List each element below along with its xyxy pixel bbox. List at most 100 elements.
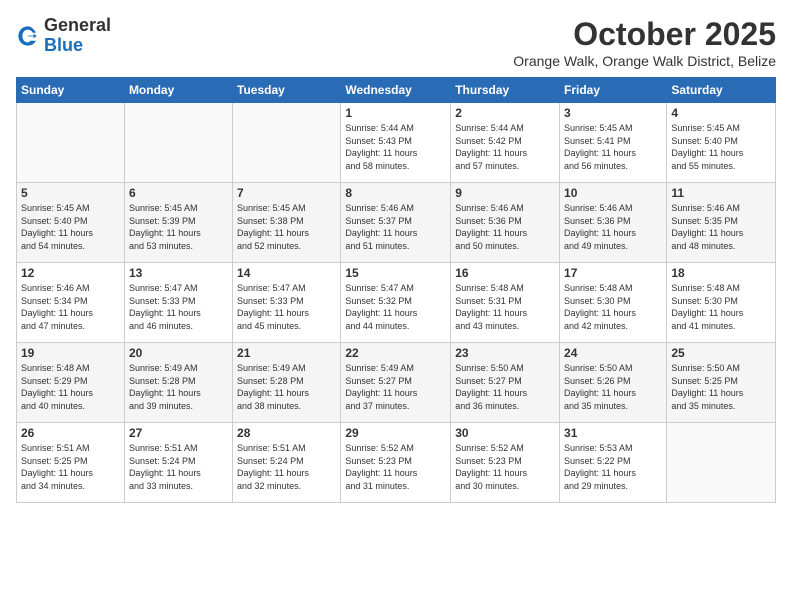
day-info: Sunrise: 5:46 AM Sunset: 5:35 PM Dayligh… <box>671 202 771 252</box>
day-number: 1 <box>345 106 446 120</box>
calendar-table: SundayMondayTuesdayWednesdayThursdayFrid… <box>16 77 776 503</box>
calendar-cell: 7 Sunrise: 5:45 AM Sunset: 5:38 PM Daylig… <box>233 183 341 263</box>
day-info: Sunrise: 5:48 AM Sunset: 5:30 PM Dayligh… <box>564 282 662 332</box>
calendar-cell: 3Sunrise: 5:45 AM Sunset: 5:41 PM Daylig… <box>560 103 667 183</box>
day-number: 29 <box>345 426 446 440</box>
day-info: Sunrise: 5:46 AM Sunset: 5:37 PM Dayligh… <box>345 202 446 252</box>
day-info: Sunrise: 5:46 AM Sunset: 5:34 PM Dayligh… <box>21 282 120 332</box>
weekday-header-row: SundayMondayTuesdayWednesdayThursdayFrid… <box>17 78 776 103</box>
logo: General Blue <box>16 16 111 56</box>
calendar-cell: 10 Sunrise: 5:46 AM Sunset: 5:36 PM Dayli… <box>560 183 667 263</box>
calendar-cell: 30 Sunrise: 5:52 AM Sunset: 5:23 PM Dayli… <box>451 423 560 503</box>
calendar-cell: 28 Sunrise: 5:51 AM Sunset: 5:24 PM Dayli… <box>233 423 341 503</box>
day-number: 22 <box>345 346 446 360</box>
day-number: 12 <box>21 266 120 280</box>
calendar-cell: 9Sunrise: 5:46 AM Sunset: 5:36 PM Daylig… <box>451 183 560 263</box>
day-number: 30 <box>455 426 555 440</box>
day-info: Sunrise: 5:46 AM Sunset: 5:36 PM Dayligh… <box>564 202 662 252</box>
calendar-cell: 18 Sunrise: 5:48 AM Sunset: 5:30 PM Dayli… <box>667 263 776 343</box>
day-info: Sunrise: 5:52 AM Sunset: 5:23 PM Dayligh… <box>455 442 555 492</box>
calendar-cell: 5Sunrise: 5:45 AM Sunset: 5:40 PM Daylig… <box>17 183 125 263</box>
day-number: 7 <box>237 186 336 200</box>
day-info: Sunrise: 5:49 AM Sunset: 5:28 PM Dayligh… <box>237 362 336 412</box>
day-number: 11 <box>671 186 771 200</box>
calendar-cell <box>124 103 232 183</box>
calendar-cell: 8 Sunrise: 5:46 AM Sunset: 5:37 PM Daylig… <box>341 183 451 263</box>
logo-general: General <box>44 15 111 35</box>
calendar-week-4: 19Sunrise: 5:48 AM Sunset: 5:29 PM Dayli… <box>17 343 776 423</box>
day-number: 27 <box>129 426 228 440</box>
title-block: October 2025 Orange Walk, Orange Walk Di… <box>513 16 776 69</box>
day-number: 20 <box>129 346 228 360</box>
day-number: 21 <box>237 346 336 360</box>
day-info: Sunrise: 5:45 AM Sunset: 5:41 PM Dayligh… <box>564 122 662 172</box>
day-number: 16 <box>455 266 555 280</box>
day-number: 24 <box>564 346 662 360</box>
day-number: 6 <box>129 186 228 200</box>
logo-icon <box>16 24 40 48</box>
day-info: Sunrise: 5:48 AM Sunset: 5:30 PM Dayligh… <box>671 282 771 332</box>
calendar-week-5: 26 Sunrise: 5:51 AM Sunset: 5:25 PM Dayli… <box>17 423 776 503</box>
day-number: 8 <box>345 186 446 200</box>
day-number: 25 <box>671 346 771 360</box>
calendar-cell: 22 Sunrise: 5:49 AM Sunset: 5:27 PM Dayli… <box>341 343 451 423</box>
day-info: Sunrise: 5:51 AM Sunset: 5:24 PM Dayligh… <box>129 442 228 492</box>
day-number: 15 <box>345 266 446 280</box>
calendar-cell: 16 Sunrise: 5:48 AM Sunset: 5:31 PM Dayli… <box>451 263 560 343</box>
calendar-cell: 20 Sunrise: 5:49 AM Sunset: 5:28 PM Dayli… <box>124 343 232 423</box>
day-number: 31 <box>564 426 662 440</box>
day-number: 23 <box>455 346 555 360</box>
day-info: Sunrise: 5:44 AM Sunset: 5:42 PM Dayligh… <box>455 122 555 172</box>
day-number: 28 <box>237 426 336 440</box>
weekday-header-sunday: Sunday <box>17 78 125 103</box>
month-title: October 2025 <box>513 16 776 53</box>
calendar-cell <box>233 103 341 183</box>
calendar-cell: 17 Sunrise: 5:48 AM Sunset: 5:30 PM Dayli… <box>560 263 667 343</box>
day-info: Sunrise: 5:49 AM Sunset: 5:28 PM Dayligh… <box>129 362 228 412</box>
calendar-cell: 6 Sunrise: 5:45 AM Sunset: 5:39 PM Daylig… <box>124 183 232 263</box>
calendar-cell: 21 Sunrise: 5:49 AM Sunset: 5:28 PM Dayli… <box>233 343 341 423</box>
day-info: Sunrise: 5:45 AM Sunset: 5:40 PM Dayligh… <box>671 122 771 172</box>
page: General Blue October 2025 Orange Walk, O… <box>0 0 792 612</box>
calendar-cell: 14Sunrise: 5:47 AM Sunset: 5:33 PM Dayli… <box>233 263 341 343</box>
weekday-header-thursday: Thursday <box>451 78 560 103</box>
day-number: 4 <box>671 106 771 120</box>
day-info: Sunrise: 5:51 AM Sunset: 5:24 PM Dayligh… <box>237 442 336 492</box>
calendar-week-3: 12 Sunrise: 5:46 AM Sunset: 5:34 PM Dayli… <box>17 263 776 343</box>
calendar-cell: 11 Sunrise: 5:46 AM Sunset: 5:35 PM Dayli… <box>667 183 776 263</box>
day-info: Sunrise: 5:46 AM Sunset: 5:36 PM Dayligh… <box>455 202 555 252</box>
day-number: 18 <box>671 266 771 280</box>
day-info: Sunrise: 5:45 AM Sunset: 5:39 PM Dayligh… <box>129 202 228 252</box>
location-title: Orange Walk, Orange Walk District, Beliz… <box>513 53 776 69</box>
day-info: Sunrise: 5:50 AM Sunset: 5:25 PM Dayligh… <box>671 362 771 412</box>
day-info: Sunrise: 5:51 AM Sunset: 5:25 PM Dayligh… <box>21 442 120 492</box>
calendar-cell: 31Sunrise: 5:53 AM Sunset: 5:22 PM Dayli… <box>560 423 667 503</box>
logo-text-block: General Blue <box>44 16 111 56</box>
day-info: Sunrise: 5:50 AM Sunset: 5:27 PM Dayligh… <box>455 362 555 412</box>
day-number: 2 <box>455 106 555 120</box>
calendar-week-1: 1Sunrise: 5:44 AM Sunset: 5:43 PM Daylig… <box>17 103 776 183</box>
calendar-cell: 29 Sunrise: 5:52 AM Sunset: 5:23 PM Dayli… <box>341 423 451 503</box>
calendar-cell: 2 Sunrise: 5:44 AM Sunset: 5:42 PM Daylig… <box>451 103 560 183</box>
day-info: Sunrise: 5:47 AM Sunset: 5:33 PM Dayligh… <box>129 282 228 332</box>
calendar-cell: 13 Sunrise: 5:47 AM Sunset: 5:33 PM Dayli… <box>124 263 232 343</box>
logo-text: General Blue <box>44 16 111 56</box>
day-info: Sunrise: 5:52 AM Sunset: 5:23 PM Dayligh… <box>345 442 446 492</box>
day-number: 19 <box>21 346 120 360</box>
day-number: 26 <box>21 426 120 440</box>
day-info: Sunrise: 5:48 AM Sunset: 5:31 PM Dayligh… <box>455 282 555 332</box>
day-number: 10 <box>564 186 662 200</box>
calendar-cell <box>17 103 125 183</box>
day-info: Sunrise: 5:49 AM Sunset: 5:27 PM Dayligh… <box>345 362 446 412</box>
day-number: 17 <box>564 266 662 280</box>
day-number: 13 <box>129 266 228 280</box>
logo-blue: Blue <box>44 35 83 55</box>
calendar-cell: 23 Sunrise: 5:50 AM Sunset: 5:27 PM Dayli… <box>451 343 560 423</box>
calendar-cell: 1Sunrise: 5:44 AM Sunset: 5:43 PM Daylig… <box>341 103 451 183</box>
calendar-cell: 12 Sunrise: 5:46 AM Sunset: 5:34 PM Dayli… <box>17 263 125 343</box>
day-info: Sunrise: 5:45 AM Sunset: 5:38 PM Dayligh… <box>237 202 336 252</box>
calendar-cell: 19Sunrise: 5:48 AM Sunset: 5:29 PM Dayli… <box>17 343 125 423</box>
weekday-header-friday: Friday <box>560 78 667 103</box>
calendar-cell: 24Sunrise: 5:50 AM Sunset: 5:26 PM Dayli… <box>560 343 667 423</box>
weekday-header-tuesday: Tuesday <box>233 78 341 103</box>
